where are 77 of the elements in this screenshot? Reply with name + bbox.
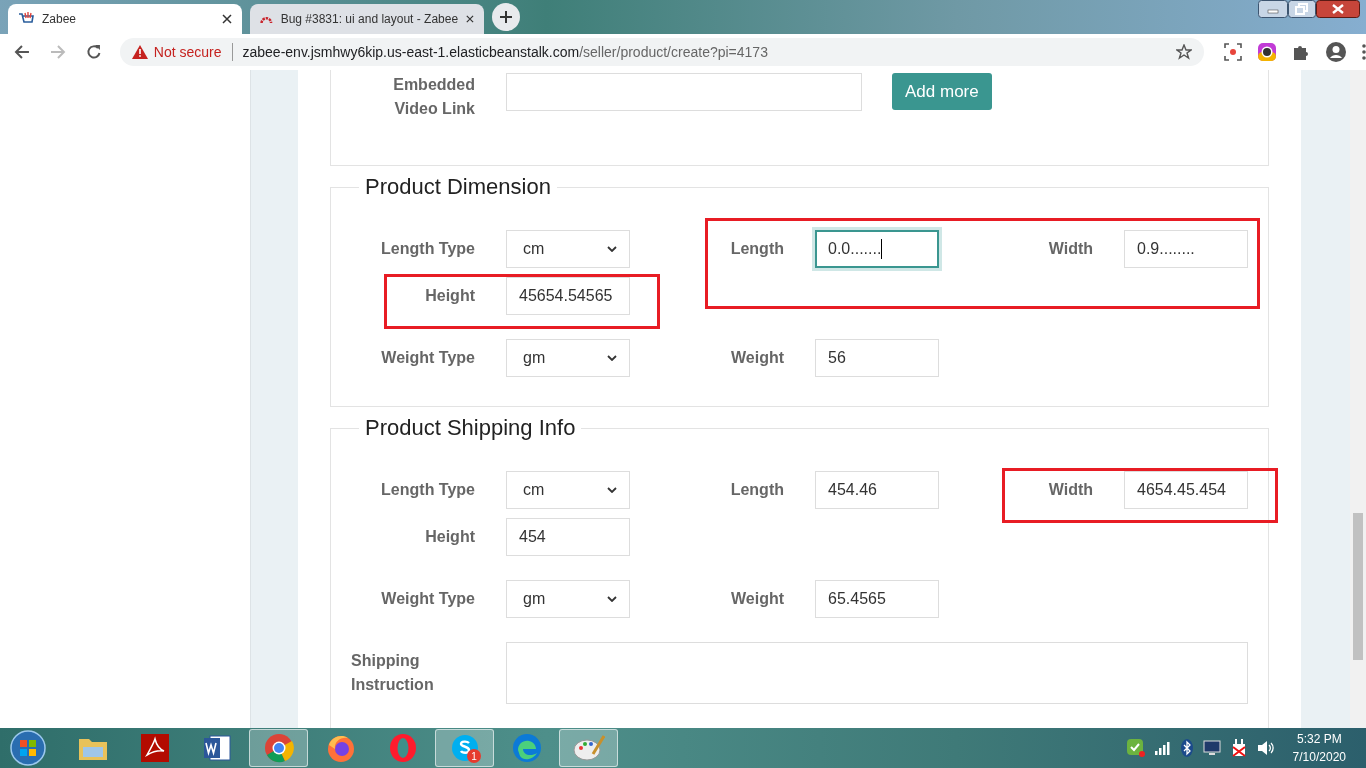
field-label: Embedded Video Link <box>392 75 475 119</box>
document-icon <box>201 734 232 762</box>
dropdown[interactable]: cm <box>506 230 630 268</box>
close-icon[interactable] <box>222 14 232 24</box>
palette-icon <box>572 734 605 762</box>
signal-icon[interactable] <box>1154 741 1171 755</box>
add-more-button[interactable]: Add more <box>892 73 992 110</box>
chevron-icon <box>607 596 617 602</box>
clock-date: 7/10/2020 <box>1292 749 1346 766</box>
field-label: Width <box>1047 239 1093 259</box>
field-label: Length <box>729 239 784 259</box>
monitor-icon[interactable] <box>1202 740 1221 756</box>
input-field[interactable]: 65.4565 <box>815 580 939 618</box>
tab-title: Bug #3831: ui and layout - Zabee <box>280 12 459 26</box>
field-label: Length <box>729 480 784 500</box>
dropdown[interactable]: cm <box>506 471 630 509</box>
input-field[interactable]: 4654.45.454 <box>1124 471 1248 509</box>
menu-icon[interactable] <box>1362 44 1366 60</box>
input-field[interactable]: 0.0....... <box>815 230 939 268</box>
edge-icon <box>511 733 542 763</box>
input-field[interactable] <box>506 73 862 111</box>
address-bar[interactable]: Not secure zabee-env.jsmhwy6kip.us-east-1.elasticbeanstalk.com/seller/product/create?pi=4173 <box>119 38 1204 66</box>
clock-time: 5:32 PM <box>1296 731 1342 748</box>
field-label: Shipping Instruction <box>351 651 435 695</box>
back-icon[interactable] <box>14 44 30 60</box>
fox-icon <box>325 733 356 763</box>
security-label: Not secure <box>153 44 222 60</box>
field-label: Weight <box>729 348 784 368</box>
url-text: zabee-env.jsmhwy6kip.us-east-1.elasticbeanstalk.com/seller/product/create?pi=4173 <box>242 44 768 60</box>
minimize-icon[interactable] <box>1258 0 1288 18</box>
tab-title: Zabee <box>42 12 78 26</box>
section-title: Product Shipping Info <box>364 415 577 441</box>
field-label: Weight Type <box>380 348 475 368</box>
opera-icon <box>388 733 417 763</box>
new-tab-icon[interactable] <box>492 3 520 31</box>
screenshot-icon[interactable] <box>1224 43 1242 61</box>
reload-icon[interactable] <box>85 44 102 60</box>
puzzle-icon[interactable] <box>1292 43 1310 61</box>
section-title: Product Dimension <box>364 174 552 200</box>
close-icon[interactable] <box>1316 0 1360 18</box>
profile-icon[interactable] <box>1326 42 1346 62</box>
scrollbar-thumb[interactable] <box>1353 513 1363 660</box>
field-label: Height <box>424 286 475 306</box>
field-label: Height <box>424 527 475 547</box>
dropdown[interactable]: gm <box>506 339 630 377</box>
field-label: Length Type <box>380 480 475 500</box>
field-label: Weight Type <box>380 589 475 609</box>
chevron-icon <box>607 246 617 252</box>
star-icon[interactable] <box>1176 44 1192 60</box>
chevron-icon <box>607 487 617 493</box>
notification-badge: 1 <box>467 749 481 763</box>
dropdown[interactable]: gm <box>506 580 630 618</box>
field-label: Length Type <box>380 239 475 259</box>
start-button[interactable] <box>10 730 46 766</box>
field-label: Width <box>1047 480 1093 500</box>
chrome-icon <box>263 733 294 763</box>
close-icon[interactable] <box>466 14 474 24</box>
speaker-icon[interactable] <box>1256 740 1275 756</box>
restore-icon[interactable] <box>1288 0 1316 18</box>
input-field[interactable]: 56 <box>815 339 939 377</box>
browser-tab[interactable]: Zabee <box>8 4 242 34</box>
input-field[interactable]: 45654.54565 <box>506 277 630 315</box>
power-plug-icon[interactable] <box>1230 739 1247 757</box>
field-label: Weight <box>729 589 784 609</box>
shield-check-icon[interactable] <box>1126 739 1145 757</box>
browser-tab[interactable]: Bug #3831: ui and layout - Zabee <box>250 4 484 34</box>
input-field[interactable]: 454 <box>506 518 630 556</box>
chevron-icon <box>607 355 617 361</box>
input-field[interactable]: 454.46 <box>815 471 939 509</box>
bluetooth-icon[interactable] <box>1180 739 1193 757</box>
scrollbar[interactable] <box>1350 70 1366 728</box>
input-field[interactable]: 0.9........ <box>1124 230 1248 268</box>
color-ring-icon[interactable] <box>1258 43 1276 61</box>
taskbar-button[interactable]: 1 <box>435 729 494 767</box>
pdf-icon <box>140 734 169 762</box>
taskbar-button[interactable] <box>249 729 308 767</box>
warning-icon <box>131 45 148 59</box>
